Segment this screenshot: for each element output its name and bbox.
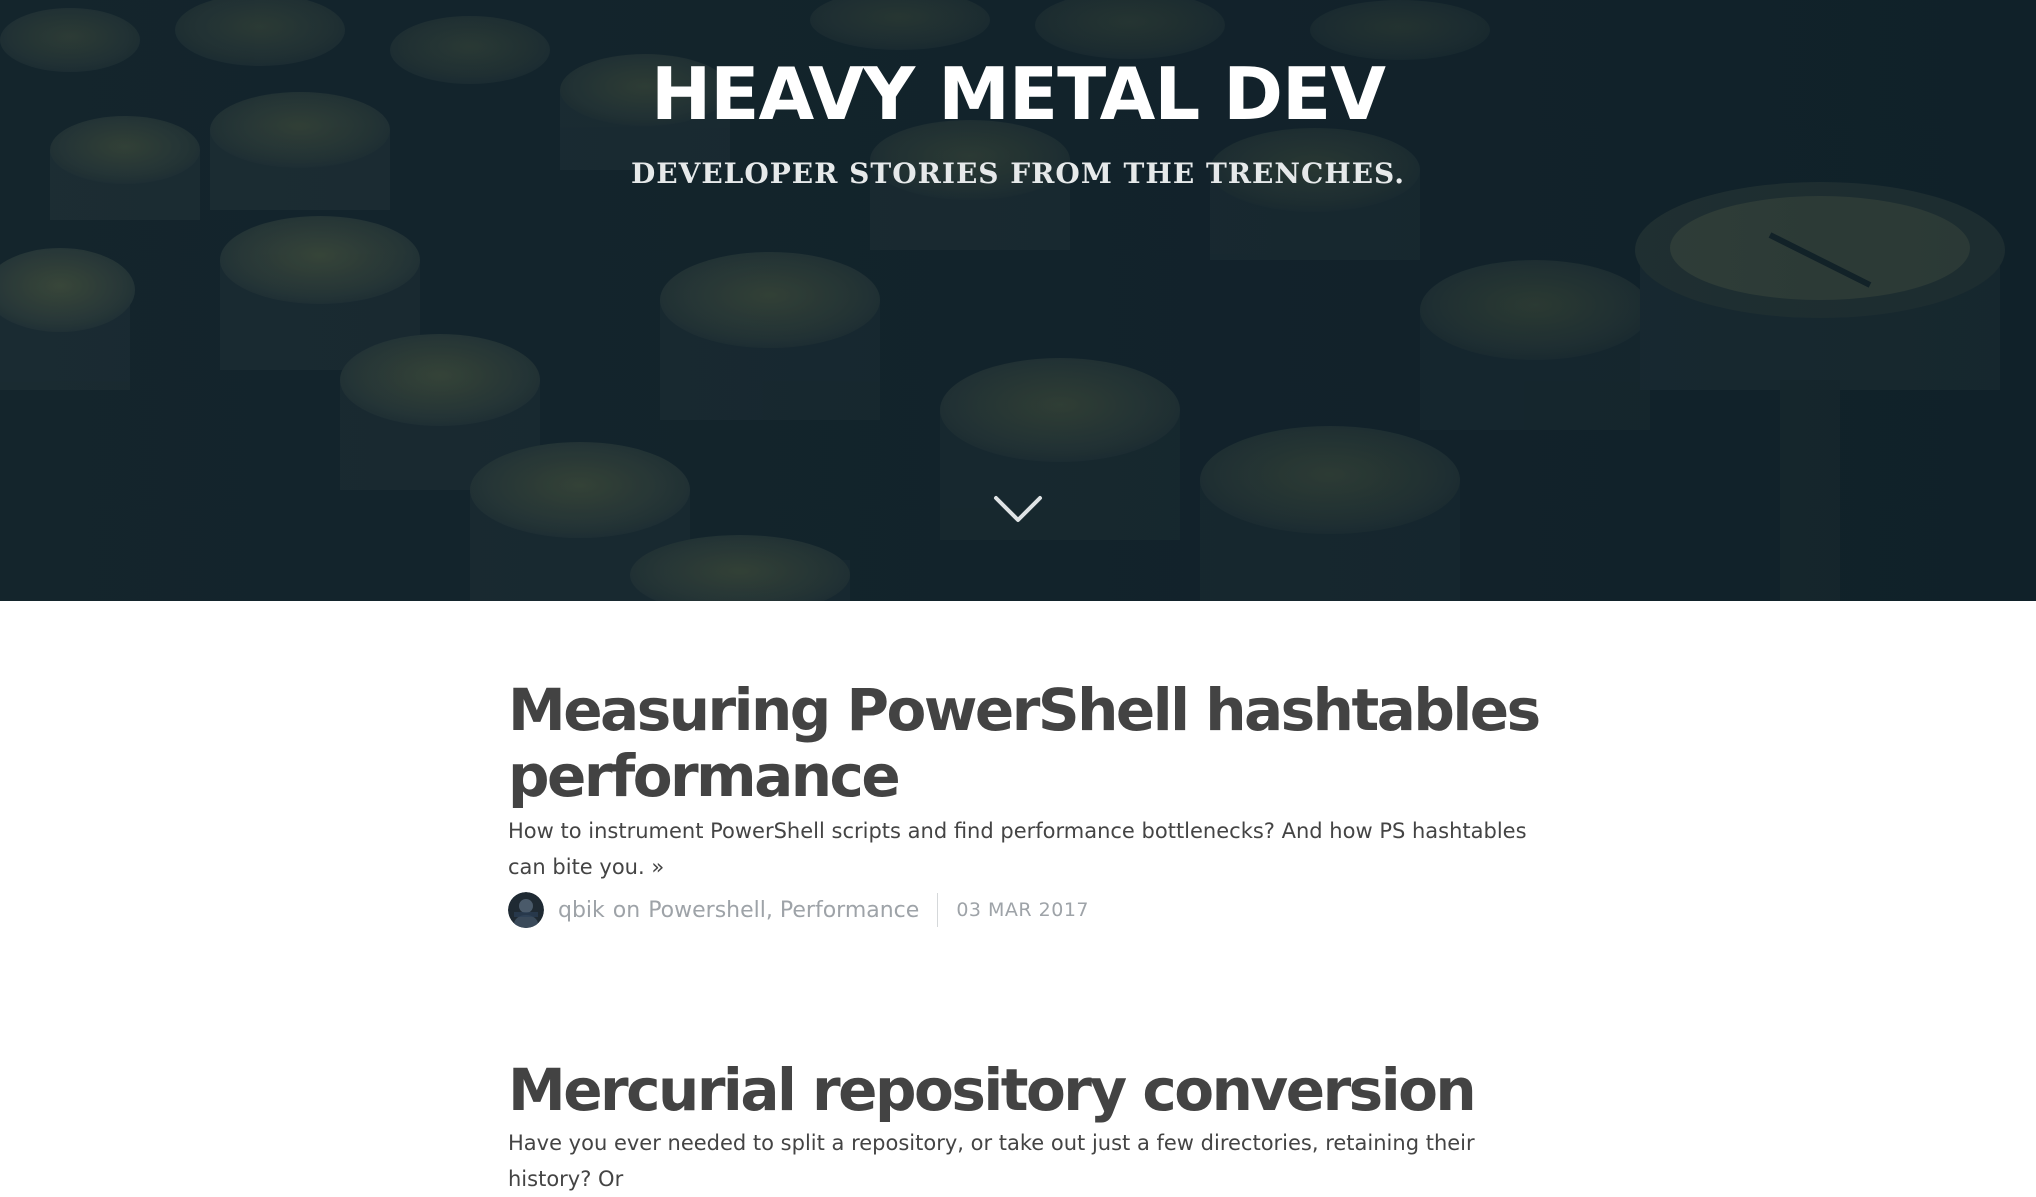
tag-link-powershell[interactable]: Powershell [648,898,766,923]
post-title[interactable]: Mercurial repository conversion [508,1057,1558,1123]
post-date: 03 MAR 2017 [956,899,1090,921]
post-meta: qbik on Powershell, Performance 03 MAR 2… [508,891,1558,929]
post-title[interactable]: Measuring PowerShell hashtables performa… [508,677,1558,809]
post-author-link[interactable]: qbik [558,898,605,923]
post-excerpt: Have you ever needed to split a reposito… [508,1125,1558,1197]
chevron-down-icon [994,496,1042,522]
tag-link-performance[interactable]: Performance [780,898,919,923]
blog-description: DEVELOPER STORIES FROM THE TRENCHES. [630,157,1406,190]
blog-header: HEAVY METAL DEV DEVELOPER STORIES FROM T… [0,0,2036,601]
scroll-down-button[interactable] [990,488,1046,532]
meta-on-text: on [612,897,641,923]
post-excerpt-text: Have you ever needed to split a reposito… [508,1131,1475,1191]
post-excerpt: How to instrument PowerShell scripts and… [508,813,1558,885]
post-title-link[interactable]: Measuring PowerShell hashtables performa… [508,676,1541,810]
post-tags: Powershell, Performance [648,898,919,923]
meta-divider [937,893,939,927]
author-avatar[interactable] [508,892,544,928]
tag-separator: , [765,897,773,923]
blog-title[interactable]: HEAVY METAL DEV [0,48,2036,140]
post-card: Mercurial repository conversion Have you… [508,1057,1558,1197]
read-more-link[interactable]: » [651,855,664,879]
post-list: Measuring PowerShell hashtables performa… [508,601,1558,1197]
post-card: Measuring PowerShell hashtables performa… [508,677,1558,929]
user-avatar [508,892,544,928]
post-title-link[interactable]: Mercurial repository conversion [508,1056,1477,1124]
